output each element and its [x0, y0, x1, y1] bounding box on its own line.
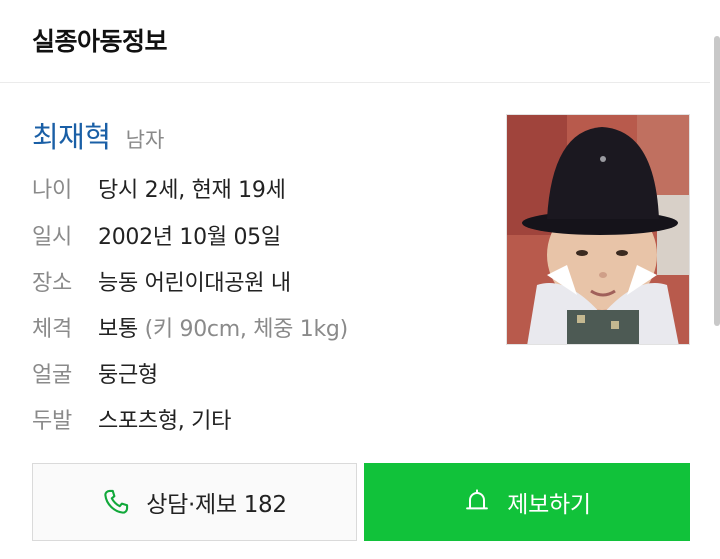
- info-value: 보통: [98, 317, 138, 342]
- info-value: 당시 2세, 현재 19세: [98, 178, 286, 203]
- page-header: 실종아동정보: [0, 0, 710, 83]
- info-row-face: 얼굴 둥근형: [32, 357, 158, 389]
- phone-icon: [102, 488, 130, 516]
- child-name: 최재혁: [32, 120, 111, 154]
- info-label: 장소: [32, 271, 72, 296]
- info-value: 둥근형: [98, 363, 158, 388]
- info-row-place: 장소 능동 어린이대공원 내: [32, 265, 291, 297]
- info-row-hair: 두발 스포츠형, 기타: [32, 403, 231, 435]
- info-value: 스포츠형, 기타: [98, 409, 232, 434]
- info-row-build: 체격 보통 (키 90cm, 체중 1kg): [32, 311, 348, 343]
- info-label: 일시: [32, 225, 72, 250]
- page-title: 실종아동정보: [32, 27, 168, 56]
- child-photo: [506, 114, 690, 345]
- info-row-date: 일시 2002년 10월 05일: [32, 219, 281, 251]
- info-label: 체격: [32, 317, 72, 342]
- info-row-age: 나이 당시 2세, 현재 19세: [32, 172, 286, 204]
- child-gender: 남자: [125, 128, 165, 152]
- info-value: 2002년 10월 05일: [98, 225, 281, 250]
- report-button[interactable]: 제보하기: [364, 463, 690, 541]
- info-value: 능동 어린이대공원 내: [98, 271, 291, 296]
- call-counsel-label: 상담·제보 182: [146, 492, 287, 518]
- scrollbar[interactable]: [714, 36, 720, 326]
- report-label: 제보하기: [507, 492, 591, 518]
- info-label: 나이: [32, 178, 72, 203]
- info-extra: (키 90cm, 체중 1kg): [137, 317, 349, 342]
- call-counsel-button[interactable]: 상담·제보 182: [32, 463, 357, 541]
- bell-icon: [463, 488, 491, 516]
- info-label: 두발: [32, 409, 72, 434]
- info-label: 얼굴: [32, 363, 72, 388]
- child-name-row: 최재혁 남자: [32, 114, 164, 156]
